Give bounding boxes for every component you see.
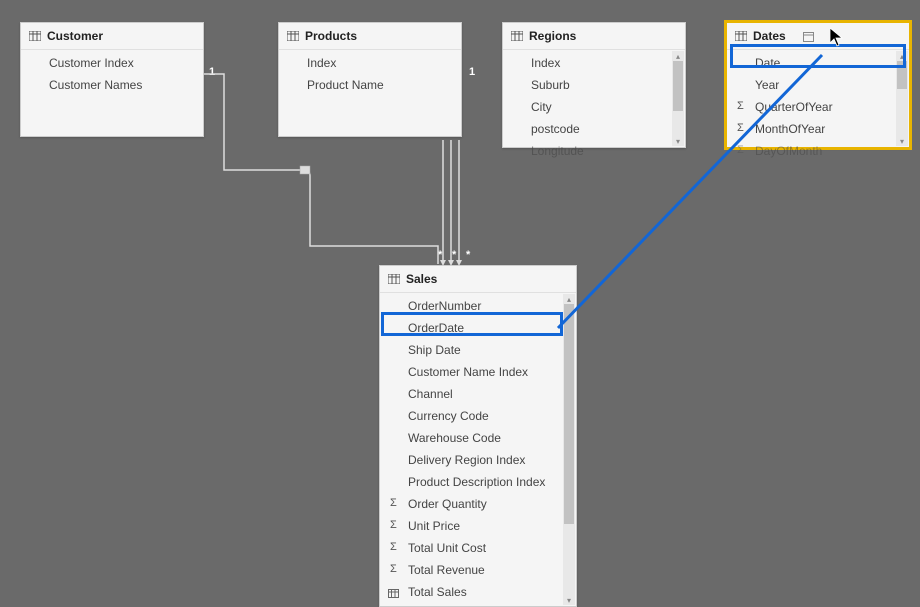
table-icon — [388, 274, 400, 284]
scrollbar-thumb[interactable] — [673, 61, 683, 111]
table-icon — [287, 31, 299, 41]
scrollbar-thumb[interactable] — [897, 61, 907, 89]
scroll-up-arrow[interactable]: ▴ — [896, 51, 908, 61]
field-sales-warehouse[interactable]: Warehouse Code — [380, 427, 576, 449]
field-sales-channel[interactable]: Channel — [380, 383, 576, 405]
table-dates[interactable]: Dates Date Year ΣQuarterOfYear ΣMonthOfY… — [726, 22, 910, 148]
field-sales-totalsales[interactable]: Total Sales — [380, 581, 576, 603]
cardinality-one: 1 — [469, 66, 475, 78]
field-regions-city[interactable]: City — [503, 96, 685, 118]
field-products-name[interactable]: Product Name — [279, 74, 461, 96]
field-sales-unitprice[interactable]: ΣUnit Price — [380, 515, 576, 537]
field-regions-longitude[interactable]: Longitude — [503, 140, 685, 162]
cardinality-many: * — [466, 249, 470, 261]
field-sales-shipdate[interactable]: Ship Date — [380, 339, 576, 361]
table-title: Dates — [753, 29, 786, 43]
scroll-down-arrow[interactable]: ▾ — [563, 595, 575, 605]
sigma-icon: Σ — [390, 519, 397, 531]
scrollbar-dates[interactable]: ▴ ▾ — [896, 51, 908, 146]
sigma-icon: Σ — [737, 122, 744, 134]
table-title: Sales — [406, 272, 437, 286]
field-regions-index[interactable]: Index — [503, 52, 685, 74]
table-customer[interactable]: Customer Customer Index Customer Names — [20, 22, 204, 137]
table-mini-icon — [388, 587, 399, 601]
field-dates-month[interactable]: ΣMonthOfYear — [727, 118, 909, 140]
table-sales[interactable]: Sales OrderNumber OrderDate Ship Date Cu… — [379, 265, 577, 607]
sigma-icon: Σ — [737, 100, 744, 112]
cardinality-one: 1 — [209, 66, 215, 78]
field-dates-day[interactable]: ΣDayOfMonth — [727, 140, 909, 162]
scrollbar-thumb[interactable] — [564, 304, 574, 524]
table-icon — [735, 31, 747, 41]
sigma-icon: Σ — [390, 497, 397, 509]
field-sales-productdesc[interactable]: Product Description Index — [380, 471, 576, 493]
sigma-icon: Σ — [390, 563, 397, 575]
field-sales-orderqty[interactable]: ΣOrder Quantity — [380, 493, 576, 515]
table-icon — [29, 31, 41, 41]
field-products-index[interactable]: Index — [279, 52, 461, 74]
scrollbar-regions[interactable]: ▴ ▾ — [672, 51, 684, 146]
field-list-dates: Date Year ΣQuarterOfYear ΣMonthOfYear ΣD… — [727, 50, 909, 164]
field-dates-year[interactable]: Year — [727, 74, 909, 96]
field-list-sales: OrderNumber OrderDate Ship Date Customer… — [380, 293, 576, 605]
field-sales-currency[interactable]: Currency Code — [380, 405, 576, 427]
field-sales-totalrevenue[interactable]: ΣTotal Revenue — [380, 559, 576, 581]
scroll-up-arrow[interactable]: ▴ — [672, 51, 684, 61]
field-sales-ordernumber[interactable]: OrderNumber — [380, 295, 576, 317]
scroll-down-arrow[interactable]: ▾ — [896, 136, 908, 146]
field-list-customer: Customer Index Customer Names — [21, 50, 203, 98]
field-list-products: Index Product Name — [279, 50, 461, 98]
scroll-up-arrow[interactable]: ▴ — [563, 294, 575, 304]
sigma-icon: Σ — [737, 144, 744, 156]
field-list-regions: Index Suburb City postcode Longitude — [503, 50, 685, 164]
sigma-icon: Σ — [390, 541, 397, 553]
field-sales-deliveryregion[interactable]: Delivery Region Index — [380, 449, 576, 471]
table-header-sales: Sales — [380, 266, 576, 293]
calendar-icon — [803, 31, 814, 42]
table-header-regions: Regions — [503, 23, 685, 50]
field-customer-names[interactable]: Customer Names — [21, 74, 203, 96]
field-dates-date[interactable]: Date — [727, 52, 909, 74]
table-title: Products — [305, 29, 357, 43]
field-regions-postcode[interactable]: postcode — [503, 118, 685, 140]
scroll-down-arrow[interactable]: ▾ — [672, 136, 684, 146]
table-regions[interactable]: Regions Index Suburb City postcode Longi… — [502, 22, 686, 148]
field-sales-custnameidx[interactable]: Customer Name Index — [380, 361, 576, 383]
table-header-dates: Dates — [727, 23, 909, 50]
scrollbar-sales[interactable]: ▴ ▾ — [563, 294, 575, 605]
cardinality-many: * — [452, 249, 456, 261]
table-icon — [511, 31, 523, 41]
field-regions-suburb[interactable]: Suburb — [503, 74, 685, 96]
field-customer-index[interactable]: Customer Index — [21, 52, 203, 74]
field-sales-orderdate[interactable]: OrderDate — [380, 317, 576, 339]
table-header-products: Products — [279, 23, 461, 50]
field-sales-totalunitcost[interactable]: ΣTotal Unit Cost — [380, 537, 576, 559]
table-title: Regions — [529, 29, 576, 43]
cardinality-many: * — [438, 249, 442, 261]
table-title: Customer — [47, 29, 103, 43]
field-dates-quarter[interactable]: ΣQuarterOfYear — [727, 96, 909, 118]
table-products[interactable]: Products Index Product Name — [278, 22, 462, 137]
table-header-customer: Customer — [21, 23, 203, 50]
